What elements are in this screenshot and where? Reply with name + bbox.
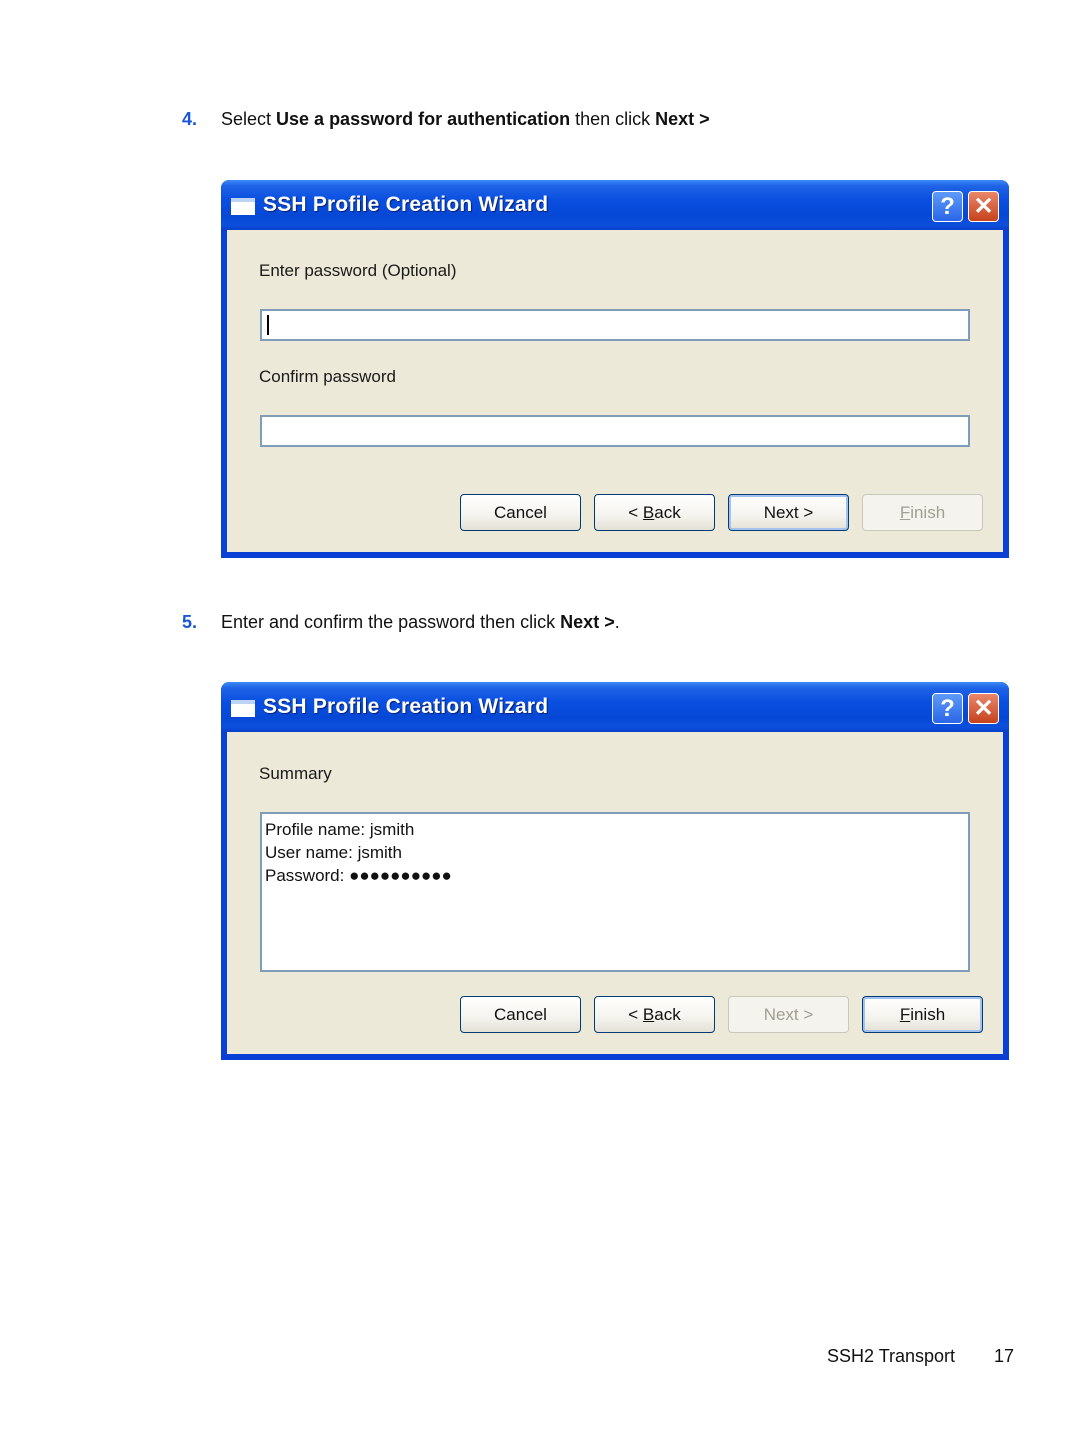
summary-profile-name: Profile name: jsmith (265, 820, 415, 839)
summary-user-name: User name: jsmith (265, 843, 402, 862)
next-button[interactable]: Next > (728, 494, 849, 531)
step-4-instruction: 4. Select Use a password for authenticati… (182, 109, 710, 129)
question-icon: ? (940, 695, 955, 722)
back-button[interactable]: < Back (594, 996, 715, 1033)
next-button: Next > (728, 996, 849, 1033)
summary-textbox[interactable]: Profile name: jsmith User name: jsmith P… (260, 812, 970, 972)
summary-label: Summary (259, 764, 332, 783)
back-button[interactable]: < Back (594, 494, 715, 531)
text-caret (267, 315, 269, 335)
password-label: Enter password (Optional) (259, 261, 457, 280)
close-icon: ✕ (973, 193, 994, 220)
help-button[interactable]: ? (932, 693, 963, 724)
summary-password: Password: ●●●●●●●●●● (265, 866, 452, 885)
step-number: 4. (182, 109, 198, 129)
window-icon (231, 198, 255, 215)
cancel-button[interactable]: Cancel (460, 996, 581, 1033)
next-reference: Next > (560, 612, 615, 632)
close-button[interactable]: ✕ (968, 191, 999, 222)
step-5-instruction: 5. Enter and confirm the password then cl… (182, 612, 620, 632)
help-button[interactable]: ? (932, 191, 963, 222)
confirm-password-label: Confirm password (259, 367, 396, 386)
page-number: 17 (994, 1346, 1015, 1366)
dialog-body: Enter password (Optional) Confirm passwo… (227, 230, 1003, 552)
question-icon: ? (940, 193, 955, 220)
close-button[interactable]: ✕ (968, 693, 999, 724)
window-title: SSH Profile Creation Wizard (263, 193, 549, 216)
finish-button: Finish (862, 494, 983, 531)
window-title: SSH Profile Creation Wizard (263, 695, 549, 718)
option-name: Use a password for authentication (276, 109, 571, 129)
window-icon (231, 700, 255, 717)
cancel-button[interactable]: Cancel (460, 494, 581, 531)
footer-section-title: SSH2 Transport (827, 1346, 956, 1366)
title-bar[interactable]: SSH Profile Creation Wizard ? ✕ (221, 180, 1009, 230)
next-reference: Next > (655, 109, 710, 129)
close-icon: ✕ (973, 695, 994, 722)
summary-wizard-dialog: SSH Profile Creation Wizard ? ✕ Summary … (221, 682, 1009, 1060)
password-wizard-dialog: SSH Profile Creation Wizard ? ✕ Enter pa… (221, 180, 1009, 558)
step-number: 5. (182, 612, 198, 632)
password-input[interactable] (260, 309, 970, 341)
title-bar[interactable]: SSH Profile Creation Wizard ? ✕ (221, 682, 1009, 732)
confirm-password-input[interactable] (260, 415, 970, 447)
dialog-body: Summary Profile name: jsmith User name: … (227, 732, 1003, 1054)
finish-button[interactable]: Finish (862, 996, 983, 1033)
